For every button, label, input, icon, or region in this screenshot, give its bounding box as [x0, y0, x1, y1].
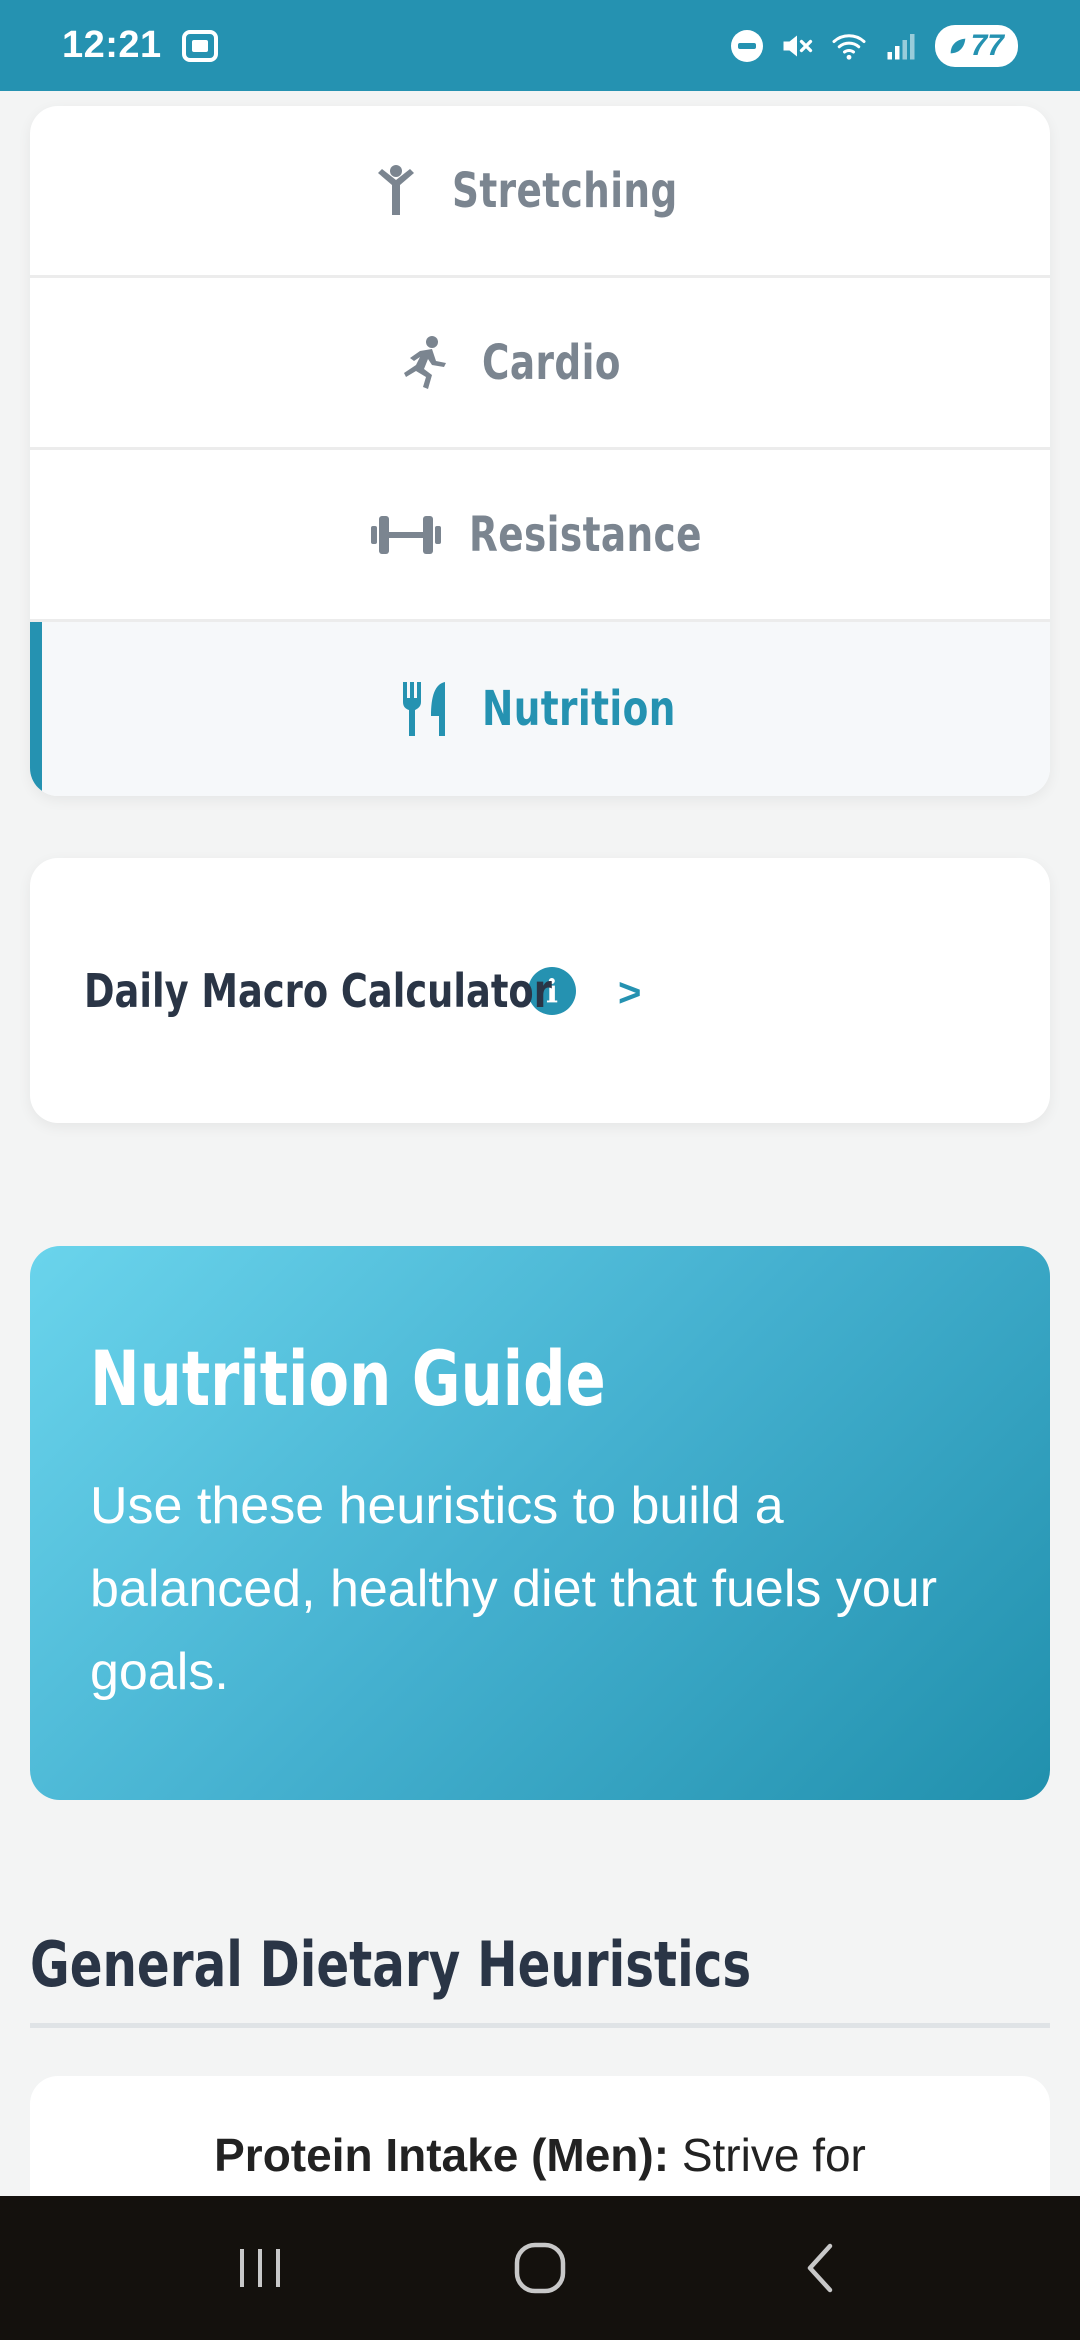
guide-description: Use these heuristics to build a balanced…: [90, 1477, 938, 1701]
leaf-icon: [950, 38, 965, 53]
tab-label: Cardio: [482, 334, 621, 391]
home-icon: [514, 2242, 566, 2294]
status-time: 12:21: [62, 24, 162, 66]
chevron-right-icon[interactable]: >: [618, 971, 641, 1016]
heuristic-label: Protein Intake (Men):: [214, 2129, 670, 2181]
tab-label: Nutrition: [482, 681, 676, 737]
battery-level: 77: [970, 28, 1004, 62]
guide-title: Nutrition Guide: [90, 1334, 606, 1423]
tab-nutrition[interactable]: Nutrition: [30, 622, 1050, 796]
macro-calculator-card[interactable]: Daily Macro Calculator i >: [30, 858, 1050, 1123]
macro-calculator-title: Daily Macro Calculator: [84, 963, 552, 1018]
tab-cardio[interactable]: Cardio: [30, 278, 1050, 450]
tab-label: Stretching: [452, 162, 678, 219]
running-person-icon: [398, 335, 454, 391]
recent-apps-button[interactable]: [215, 2223, 305, 2313]
back-icon: [807, 2243, 833, 2293]
nutrition-guide-banner: Nutrition Guide Use these heuristics to …: [30, 1246, 1050, 1800]
status-bar: 12:21 77: [0, 0, 1080, 91]
home-button[interactable]: [495, 2223, 585, 2313]
wifi-icon: [832, 33, 866, 60]
system-navigation-bar: [0, 2196, 1080, 2340]
tab-label: Resistance: [469, 506, 702, 563]
back-button[interactable]: [775, 2223, 865, 2313]
dnd-icon: [730, 29, 763, 62]
tab-resistance[interactable]: Resistance: [30, 450, 1050, 622]
section-title: General Dietary Heuristics: [30, 1928, 752, 2001]
mute-icon: [783, 35, 812, 56]
workout-category-tabs: Stretching Cardio Resistance Nutrition: [30, 106, 1050, 796]
section-heading: General Dietary Heuristics: [30, 1928, 1050, 2028]
screen-record-icon: [181, 29, 218, 62]
heuristic-text: Strive for: [669, 2129, 866, 2181]
battery-indicator: 77: [934, 24, 1018, 67]
recent-apps-icon: [240, 2249, 280, 2287]
stretching-person-icon: [368, 163, 424, 219]
signal-icon: [887, 33, 915, 59]
dumbbell-icon: [371, 507, 441, 563]
utensils-icon: [398, 681, 454, 737]
tab-stretching[interactable]: Stretching: [30, 106, 1050, 278]
